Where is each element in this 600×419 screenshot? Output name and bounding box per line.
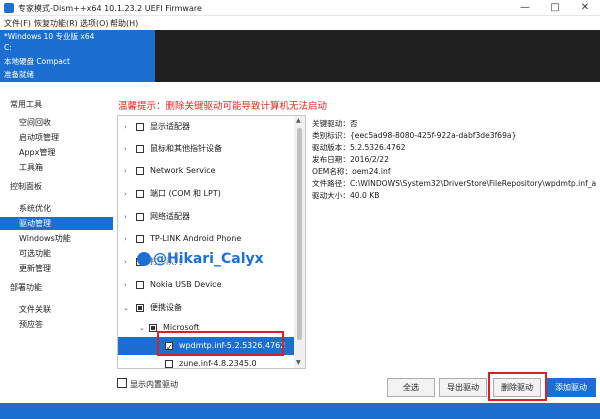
tree-row-label: 显示适配器 — [150, 122, 190, 131]
tree-row-label: wpdmtp.inf-5.2.5326.4762 — [179, 341, 286, 350]
checkbox[interactable] — [165, 360, 173, 368]
tree-row-label: Network Service — [150, 166, 216, 175]
tree-row[interactable]: › 端口 (COM 和 LPT) — [118, 185, 294, 203]
system-drive: C: — [4, 43, 12, 52]
delete-driver-button[interactable]: 删除驱动 — [493, 378, 541, 397]
tree-row[interactable]: › Nokia USB Device — [118, 276, 294, 294]
expand-arrow-icon[interactable]: › — [124, 185, 127, 203]
maximize-button[interactable]: □ — [540, 0, 570, 15]
sidebar-item-startup[interactable]: 启动项管理 — [0, 131, 113, 144]
export-driver-button[interactable]: 导出驱动 — [439, 378, 487, 397]
expand-arrow-icon[interactable]: › — [124, 253, 127, 271]
expand-arrow-icon[interactable]: › — [124, 118, 127, 136]
select-all-button[interactable]: 全选 — [387, 378, 435, 397]
expand-arrow-icon[interactable]: › — [124, 140, 127, 158]
scroll-thumb[interactable] — [297, 128, 302, 340]
sidebar-item-updates[interactable]: 更新管理 — [0, 262, 113, 275]
sidebar-item-appx[interactable]: Appx管理 — [0, 146, 113, 159]
checkbox[interactable] — [136, 235, 144, 243]
checkbox[interactable] — [136, 304, 144, 312]
tree-scrollbar[interactable]: ▲ ▼ — [294, 116, 305, 368]
sidebar-item-answer-file[interactable]: 预应答 — [0, 318, 113, 331]
session-header: *Windows 10 专业版 x64 C: 本地硬盘 Compact 准备就绪 — [0, 30, 600, 82]
close-button[interactable]: ✕ — [570, 0, 600, 15]
detail-date: 发布日期：2016/2/22 — [312, 155, 389, 164]
detail-version: 驱动版本：5.2.5326.4762 — [312, 143, 406, 152]
tree-row[interactable]: › TP-LINK Android Phone — [118, 230, 294, 248]
show-builtin-checkbox[interactable]: 显示内置驱动 — [117, 378, 178, 390]
tree-row[interactable]: › 网络适配器 — [118, 208, 294, 226]
scroll-down-icon[interactable]: ▼ — [296, 359, 301, 366]
tree-row-label: 鼠标和其他指针设备 — [150, 144, 222, 153]
sidebar-group-control-panel: 控制面板 — [10, 182, 42, 191]
sidebar-group-deployment: 部署功能 — [10, 283, 42, 292]
app-icon — [4, 3, 14, 13]
menu-restore[interactable]: 恢复功能(R) — [34, 18, 78, 29]
tree-row[interactable]: › 显示适配器 — [118, 118, 294, 136]
watermark-logo-icon — [137, 252, 151, 266]
checkbox[interactable] — [136, 123, 144, 131]
minimize-button[interactable]: — — [510, 0, 540, 15]
tree-row[interactable]: › Network Service — [118, 162, 294, 180]
checkbox[interactable] — [136, 145, 144, 153]
sidebar-item-file-association[interactable]: 文件关联 — [0, 303, 113, 316]
title-bar: 专家模式-Dism++x64 10.1.23.2 UEFI Firmware —… — [0, 0, 600, 16]
tree-row-label: 网络适配器 — [150, 212, 190, 221]
expand-arrow-icon[interactable]: › — [124, 208, 127, 226]
sidebar-item-optional-features[interactable]: 可选功能 — [0, 247, 113, 260]
detail-path: 文件路径：C:\WINDOWS\System32\DriverStore\Fil… — [312, 179, 597, 188]
sidebar-item-windows-features[interactable]: Windows功能 — [0, 232, 113, 245]
system-name: *Windows 10 专业版 x64 — [4, 32, 95, 41]
detail-class-id: 类别标识：{eec5ad98-8080-425f-922a-dabf3de3f6… — [312, 131, 517, 140]
system-status: 准备就绪 — [4, 70, 34, 79]
sidebar-item-optimize[interactable]: 系统优化 — [0, 202, 113, 215]
collapse-arrow-icon[interactable]: ⌄ — [139, 319, 145, 337]
status-bar — [0, 403, 600, 419]
checkbox[interactable] — [136, 190, 144, 198]
checkbox[interactable] — [149, 324, 157, 332]
tree-row-selected[interactable]: wpdmtp.inf-5.2.5326.4762 — [118, 337, 294, 357]
tree-row-label: Microsoft — [163, 323, 200, 332]
expand-arrow-icon[interactable]: › — [124, 230, 127, 248]
sidebar: 常用工具 空间回收 启动项管理 Appx管理 工具箱 控制面板 系统优化 驱动管… — [0, 96, 113, 400]
system-disk: 本地硬盘 Compact — [4, 57, 70, 66]
menu-help[interactable]: 帮助(H) — [110, 18, 138, 29]
expand-arrow-icon[interactable]: › — [124, 162, 127, 180]
detail-oem-name: OEM名称：oem24.inf — [312, 167, 391, 176]
sidebar-group-common-tools: 常用工具 — [10, 100, 42, 109]
checkbox[interactable] — [136, 213, 144, 221]
scroll-up-icon[interactable]: ▲ — [296, 117, 301, 124]
show-builtin-label: 显示内置驱动 — [130, 380, 178, 389]
watermark-text: @Hikari_Calyx — [153, 251, 264, 267]
system-panel[interactable]: *Windows 10 专业版 x64 C: 本地硬盘 Compact 准备就绪 — [0, 30, 155, 82]
tree-row[interactable]: ⌄ Microsoft — [118, 319, 294, 337]
checkbox[interactable] — [165, 339, 173, 357]
checkbox[interactable] — [117, 378, 127, 388]
sidebar-item-drivers[interactable]: 驱动管理 — [0, 217, 113, 230]
sidebar-item-toolbox[interactable]: 工具箱 — [0, 161, 113, 174]
menu-file[interactable]: 文件(F) — [4, 18, 31, 29]
tree-row-label: zune.inf-4.8.2345.0 — [179, 359, 257, 368]
collapse-arrow-icon[interactable]: ⌄ — [123, 299, 129, 317]
tree-row-label: Nokia USB Device — [150, 280, 222, 289]
tree-row[interactable]: › 鼠标和其他指针设备 — [118, 140, 294, 158]
warning-text: 温馨提示：删除关键驱动可能导致计算机无法启动 — [118, 101, 328, 112]
checkbox[interactable] — [136, 167, 144, 175]
tree-row-label: TP-LINK Android Phone — [150, 234, 242, 243]
menu-bar: 文件(F) 恢复功能(R) 选项(O) 帮助(H) — [0, 16, 600, 30]
tree-row-label: 端口 (COM 和 LPT) — [150, 189, 221, 198]
menu-options[interactable]: 选项(O) — [80, 18, 109, 29]
tree-row-label: 便携设备 — [150, 303, 182, 312]
tree-row[interactable]: zune.inf-4.8.2345.0 — [118, 355, 294, 368]
window-title: 专家模式-Dism++x64 10.1.23.2 UEFI Firmware — [18, 4, 202, 13]
add-driver-button[interactable]: 添加驱动 — [546, 378, 596, 397]
expand-arrow-icon[interactable]: › — [124, 276, 127, 294]
tree-row[interactable]: ⌄ 便携设备 — [118, 299, 294, 317]
detail-critical: 关键驱动：否 — [312, 119, 358, 128]
detail-size: 驱动大小：40.0 KB — [312, 191, 380, 200]
checkbox[interactable] — [136, 281, 144, 289]
driver-tree[interactable]: › 显示适配器 › 鼠标和其他指针设备 › Network Service › … — [117, 115, 306, 369]
sidebar-item-space-cleanup[interactable]: 空间回收 — [0, 116, 113, 129]
